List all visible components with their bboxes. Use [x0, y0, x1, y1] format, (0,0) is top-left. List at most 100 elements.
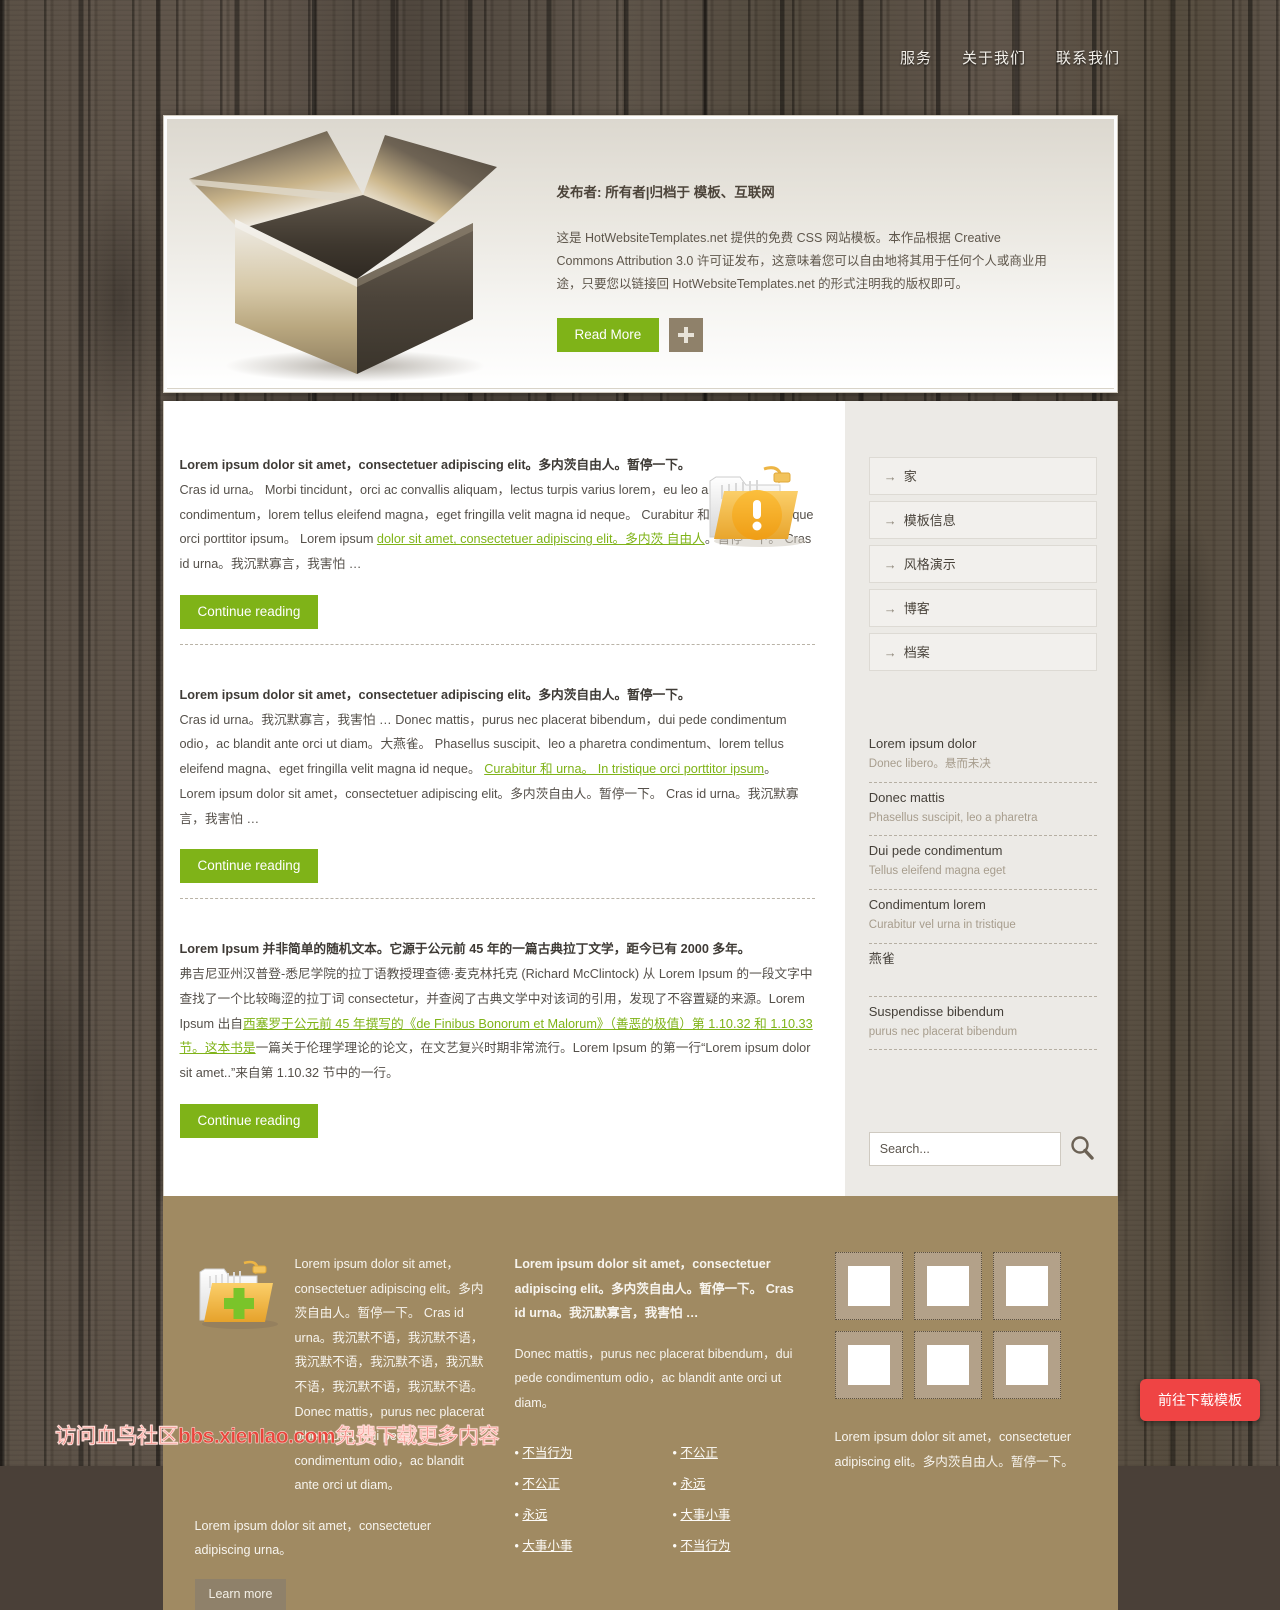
entry-subtitle: purus nec placerat bibendum: [868, 1025, 1018, 1038]
gallery-thumb[interactable]: [913, 1331, 982, 1400]
footer-list-b: 不公正 永远 大事小事 不当行为: [673, 1442, 791, 1566]
post-separator-2: [179, 898, 815, 900]
post-3-body: Lorem Ipsum 并非简单的随机文本。它源于公元前 45 年的一篇古典拉丁…: [180, 937, 815, 1086]
list-item[interactable]: 大事小事: [515, 1535, 633, 1554]
post-2-body: Lorem ipsum dolor sit amet，consectetuer …: [180, 683, 815, 832]
list-item[interactable]: 不公正: [673, 1442, 791, 1461]
footer-column-2: Lorem ipsum dolor sit amet，consectetuer …: [515, 1252, 805, 1610]
image-placeholder: [847, 1266, 890, 1307]
footer-col2-text: Donec mattis，purus nec placerat bibendum…: [514, 1346, 793, 1411]
sidebar-item-style-demo[interactable]: → 风格演示: [868, 545, 1097, 583]
sidebar-link-home[interactable]: → 家: [868, 457, 1097, 495]
list-item[interactable]: Dui pede condimentum Tellus eleifend mag…: [868, 836, 1097, 890]
footer-link[interactable]: 永远: [680, 1477, 705, 1491]
post-2-inline-link[interactable]: Curabitur 和 urna。 In tristique orci port…: [484, 762, 764, 776]
search-input[interactable]: [868, 1132, 1061, 1167]
image-placeholder: [926, 1345, 969, 1386]
entry-subtitle: Phasellus suscipit, leo a pharetra: [868, 811, 1038, 824]
sidebar-link-blog[interactable]: → 博客: [868, 589, 1097, 627]
footer: Lorem ipsum dolor sit amet，consectetuer …: [162, 1196, 1118, 1610]
list-item[interactable]: 不当行为: [673, 1535, 791, 1554]
search-row: [868, 1132, 1097, 1167]
footer-list-a: 不当行为 不公正 永远 大事小事: [515, 1442, 633, 1566]
entry-title: Condimentum lorem: [868, 896, 986, 912]
arrow-right-icon: →: [883, 469, 897, 484]
post-1-actions: Continue reading: [179, 594, 815, 629]
nav-link-contact[interactable]: 联系我们: [1056, 50, 1120, 67]
folder-add-icon: [195, 1254, 285, 1513]
continue-reading-button-3[interactable]: Continue reading: [179, 1104, 319, 1139]
post-separator-1: [179, 643, 815, 645]
gallery-thumb[interactable]: [834, 1331, 903, 1400]
footer-link[interactable]: 不公正: [522, 1477, 560, 1491]
sidebar-link-archive[interactable]: → 档案: [868, 633, 1097, 671]
nav-link-about[interactable]: 关于我们: [962, 50, 1026, 67]
post-1: Lorem ipsum dolor sit amet，consectetuer …: [179, 453, 815, 645]
nav-item-services[interactable]: 服务: [900, 47, 932, 68]
sidebar-link-template-info[interactable]: → 模板信息: [868, 501, 1097, 539]
footer-link[interactable]: 永远: [522, 1508, 547, 1522]
list-item[interactable]: 永远: [673, 1473, 791, 1492]
footer-link[interactable]: 不当行为: [522, 1446, 572, 1460]
list-item[interactable]: 永远: [515, 1504, 633, 1523]
plus-icon-button[interactable]: [669, 318, 704, 353]
continue-reading-button-1[interactable]: Continue reading: [179, 594, 319, 629]
post-2: Lorem ipsum dolor sit amet，consectetuer …: [179, 683, 815, 900]
list-item[interactable]: 不公正: [515, 1473, 633, 1492]
list-item[interactable]: 大事小事: [673, 1504, 791, 1523]
page-container: 发布者: 所有者|归档于 模板、互联网 这是 HotWebsiteTemplat…: [162, 115, 1118, 1197]
sidebar-item-home[interactable]: → 家: [868, 457, 1097, 495]
sidebar-label-archive: 档案: [903, 645, 930, 660]
list-item[interactable]: 不当行为: [515, 1442, 633, 1461]
post-3: Lorem Ipsum 并非简单的随机文本。它源于公元前 45 年的一篇古典拉丁…: [179, 937, 815, 1139]
sidebar-item-archive[interactable]: → 档案: [868, 633, 1097, 671]
download-template-button[interactable]: 前往下载模板: [1140, 1379, 1260, 1421]
nav-link-services[interactable]: 服务: [900, 50, 932, 67]
sidebar-label-blog: 博客: [903, 601, 930, 616]
entry-title: 燕雀: [868, 950, 895, 966]
list-item[interactable]: 燕雀: [868, 944, 1097, 997]
list-item[interactable]: Suspendisse bibendum purus nec placerat …: [868, 997, 1097, 1051]
image-placeholder: [1005, 1266, 1048, 1307]
entry-title: Lorem ipsum dolor: [868, 736, 977, 751]
top-nav-list: 服务 关于我们 联系我们: [900, 47, 1120, 68]
footer-col1-text-2: Lorem ipsum dolor sit amet，consectetuer …: [194, 1518, 432, 1558]
arrow-right-icon: →: [883, 557, 897, 572]
footer-link[interactable]: 大事小事: [680, 1508, 730, 1522]
gallery-thumb[interactable]: [834, 1252, 903, 1321]
nav-item-contact[interactable]: 联系我们: [1056, 47, 1120, 68]
post-3-lead: Lorem Ipsum 并非简单的随机文本。它源于公元前 45 年的一篇古典拉丁…: [179, 942, 751, 957]
post-3-text-2: 一篇关于伦理学理论的论文，在文艺复兴时期非常流行。Lorem Ipsum 的第一…: [179, 1041, 811, 1081]
list-item[interactable]: Condimentum lorem Curabitur vel urna in …: [868, 890, 1097, 944]
entry-subtitle: Tellus eleifend magna eget: [868, 865, 1006, 878]
gallery-thumb[interactable]: [992, 1331, 1061, 1400]
sidebar-link-style-demo[interactable]: → 风格演示: [868, 545, 1097, 583]
list-item[interactable]: Donec mattis Phasellus suscipit, leo a p…: [868, 783, 1097, 837]
hero-banner-inner: 发布者: 所有者|归档于 模板、互联网 这是 HotWebsiteTemplat…: [166, 119, 1114, 389]
gallery-thumb[interactable]: [992, 1252, 1061, 1321]
entry-subtitle: Donec libero。悬而未决: [868, 758, 991, 771]
footer-link[interactable]: 大事小事: [522, 1539, 572, 1553]
footer-link[interactable]: 不当行为: [680, 1539, 730, 1553]
sidebar: → 家 → 模板信息 → 风格演示 → 博客 → 档案 Lorem ipsum dolor: [844, 401, 1117, 1197]
read-more-button[interactable]: Read More: [556, 318, 660, 353]
top-navigation: 服务 关于我们 联系我们: [0, 0, 1280, 115]
learn-more-button[interactable]: Learn more: [194, 1578, 287, 1610]
entry-title: Dui pede condimentum: [868, 843, 1003, 859]
entry-title: Donec mattis: [868, 789, 945, 805]
post-3-actions: Continue reading: [179, 1104, 815, 1139]
footer-col3-text: Lorem ipsum dolor sit amet，consectetuer …: [834, 1430, 1074, 1469]
content-wrapper: Lorem ipsum dolor sit amet，consectetuer …: [162, 401, 1118, 1197]
sidebar-item-blog[interactable]: → 博客: [868, 589, 1097, 627]
footer-link[interactable]: 不公正: [680, 1446, 718, 1460]
search-icon[interactable]: [1067, 1132, 1097, 1166]
sidebar-item-template-info[interactable]: → 模板信息: [868, 501, 1097, 539]
post-1-inline-link[interactable]: dolor sit amet, consectetuer adipiscing …: [377, 532, 705, 546]
list-item[interactable]: Lorem ipsum dolor Donec libero。悬而未决: [868, 729, 1097, 783]
entry-subtitle: Curabitur vel urna in tristique: [868, 919, 1016, 932]
continue-reading-button-2[interactable]: Continue reading: [179, 849, 319, 884]
sidebar-entry-list: Lorem ipsum dolor Donec libero。悬而未决 Done…: [868, 729, 1097, 1051]
image-placeholder: [926, 1266, 969, 1307]
gallery-thumb[interactable]: [913, 1252, 982, 1321]
nav-item-about[interactable]: 关于我们: [962, 47, 1026, 68]
